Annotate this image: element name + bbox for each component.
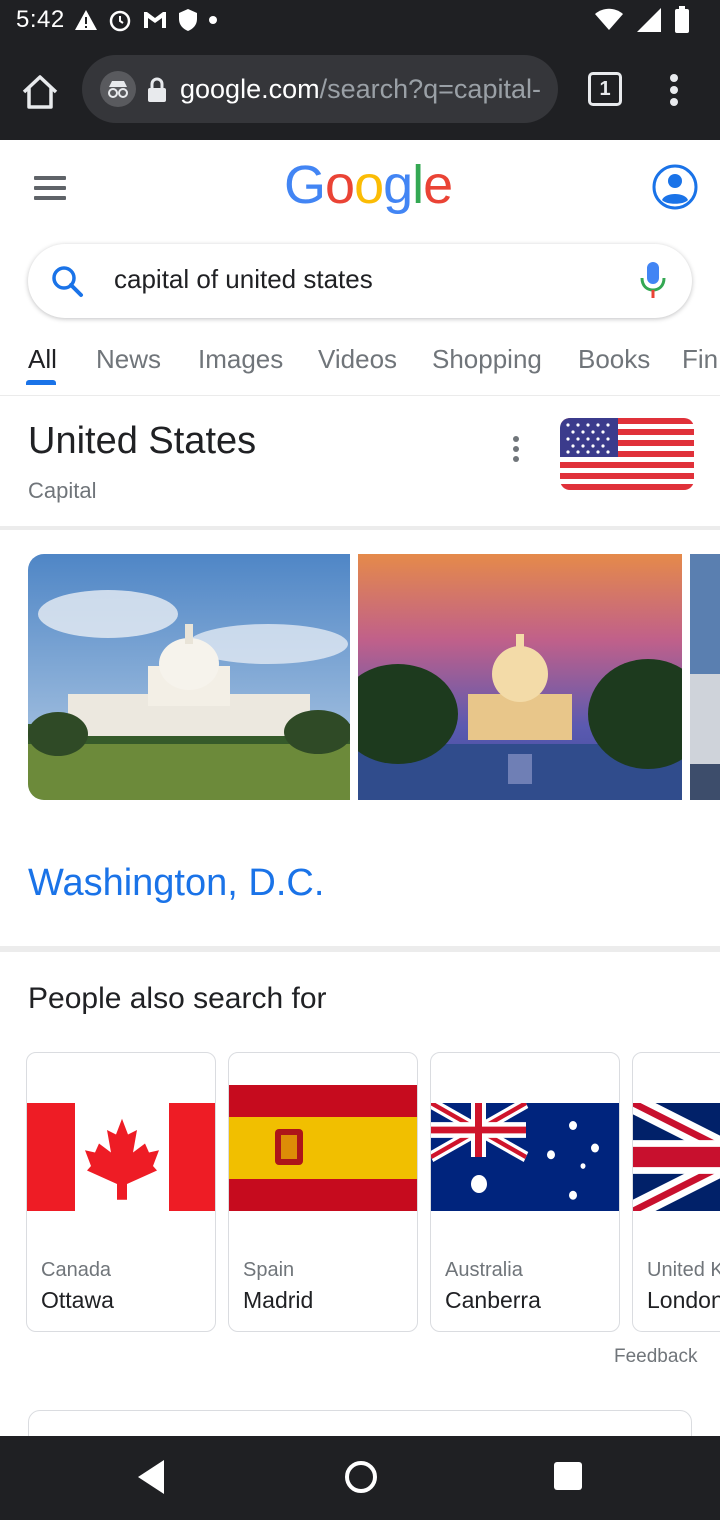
home-icon[interactable] [20,72,60,112]
canada-flag-image [27,1103,215,1211]
logo-letter: G [284,155,326,215]
tab-shopping[interactable]: Shopping [432,344,542,375]
spain-flag-image [229,1085,417,1211]
tab-all[interactable]: All [28,344,57,375]
address-bar[interactable]: google.com/search?q=capital- [82,55,558,123]
related-card-canada[interactable]: Canada Ottawa [26,1052,216,1332]
home-nav-icon[interactable] [344,1460,378,1494]
more-options-icon[interactable] [664,70,684,110]
status-bar: 5:42 [0,0,720,40]
dot-icon [209,16,217,24]
answer-link[interactable]: Washington, D.C. [28,862,324,905]
wifi-icon [595,8,623,30]
warning-icon [75,10,97,30]
kp-title[interactable]: United States [28,420,256,463]
feedback-link[interactable]: Feedback [614,1346,697,1368]
search-icon[interactable] [50,264,84,298]
related-card-australia[interactable]: Australia Canberra [430,1052,620,1332]
logo-letter: g [383,155,413,215]
uk-flag-image [633,1103,720,1211]
gmail-icon [144,12,166,28]
incognito-icon [100,71,136,107]
people-also-search-title: People also search for [28,982,327,1015]
logo-letter: e [423,155,453,215]
android-nav-bar [0,1436,720,1520]
related-capital: Ottawa [41,1287,114,1313]
browser-toolbar: google.com/search?q=capital- 1 [0,40,720,140]
signal-icon [637,8,661,32]
related-country: United K [647,1259,720,1281]
related-country: Canada [41,1259,112,1281]
tab-switcher-button[interactable]: 1 [588,72,622,106]
url-text: google.com/search?q=capital- [180,74,541,104]
google-header: Google [0,140,720,240]
australia-flag-image [431,1103,619,1211]
related-card-united-kingdom[interactable]: United K London [632,1052,720,1332]
search-tabs: All News Images Videos Shopping Books Fi… [0,334,720,396]
kp-subtitle: Capital [28,478,97,503]
back-icon[interactable] [136,1458,168,1496]
tab-finance[interactable]: Fin [682,344,718,375]
capitol-image-partial[interactable] [690,554,720,800]
kp-more-icon[interactable] [510,436,522,466]
related-country: Spain [243,1259,295,1281]
tab-images[interactable]: Images [198,344,283,375]
us-flag-image[interactable] [560,418,694,490]
related-card-spain[interactable]: Spain Madrid [228,1052,418,1332]
recents-icon[interactable] [554,1462,582,1490]
shield-icon [179,9,197,31]
related-capital: Canberra [445,1287,541,1313]
alarm-icon [109,10,131,32]
tab-books[interactable]: Books [578,344,650,375]
search-input[interactable] [114,264,614,295]
status-time: 5:42 [16,6,65,33]
battery-icon [675,6,689,33]
logo-letter: o [354,155,384,215]
active-tab-indicator [26,380,56,385]
logo-letter: o [325,155,355,215]
related-capital: Madrid [243,1287,314,1313]
capitol-day-image[interactable] [28,554,350,800]
google-logo[interactable]: Google [284,154,453,216]
divider [0,946,720,952]
lock-icon[interactable] [146,77,168,103]
search-box[interactable] [28,244,692,318]
capitol-dusk-image[interactable] [358,554,682,800]
logo-letter: l [412,155,424,215]
related-country: Australia [445,1259,523,1281]
hamburger-menu-icon[interactable] [34,176,66,200]
related-capital: London [647,1287,720,1313]
microphone-icon[interactable] [638,260,668,300]
account-icon[interactable] [652,164,698,210]
tab-videos[interactable]: Videos [318,344,397,375]
tab-news[interactable]: News [96,344,161,375]
divider [0,526,720,530]
